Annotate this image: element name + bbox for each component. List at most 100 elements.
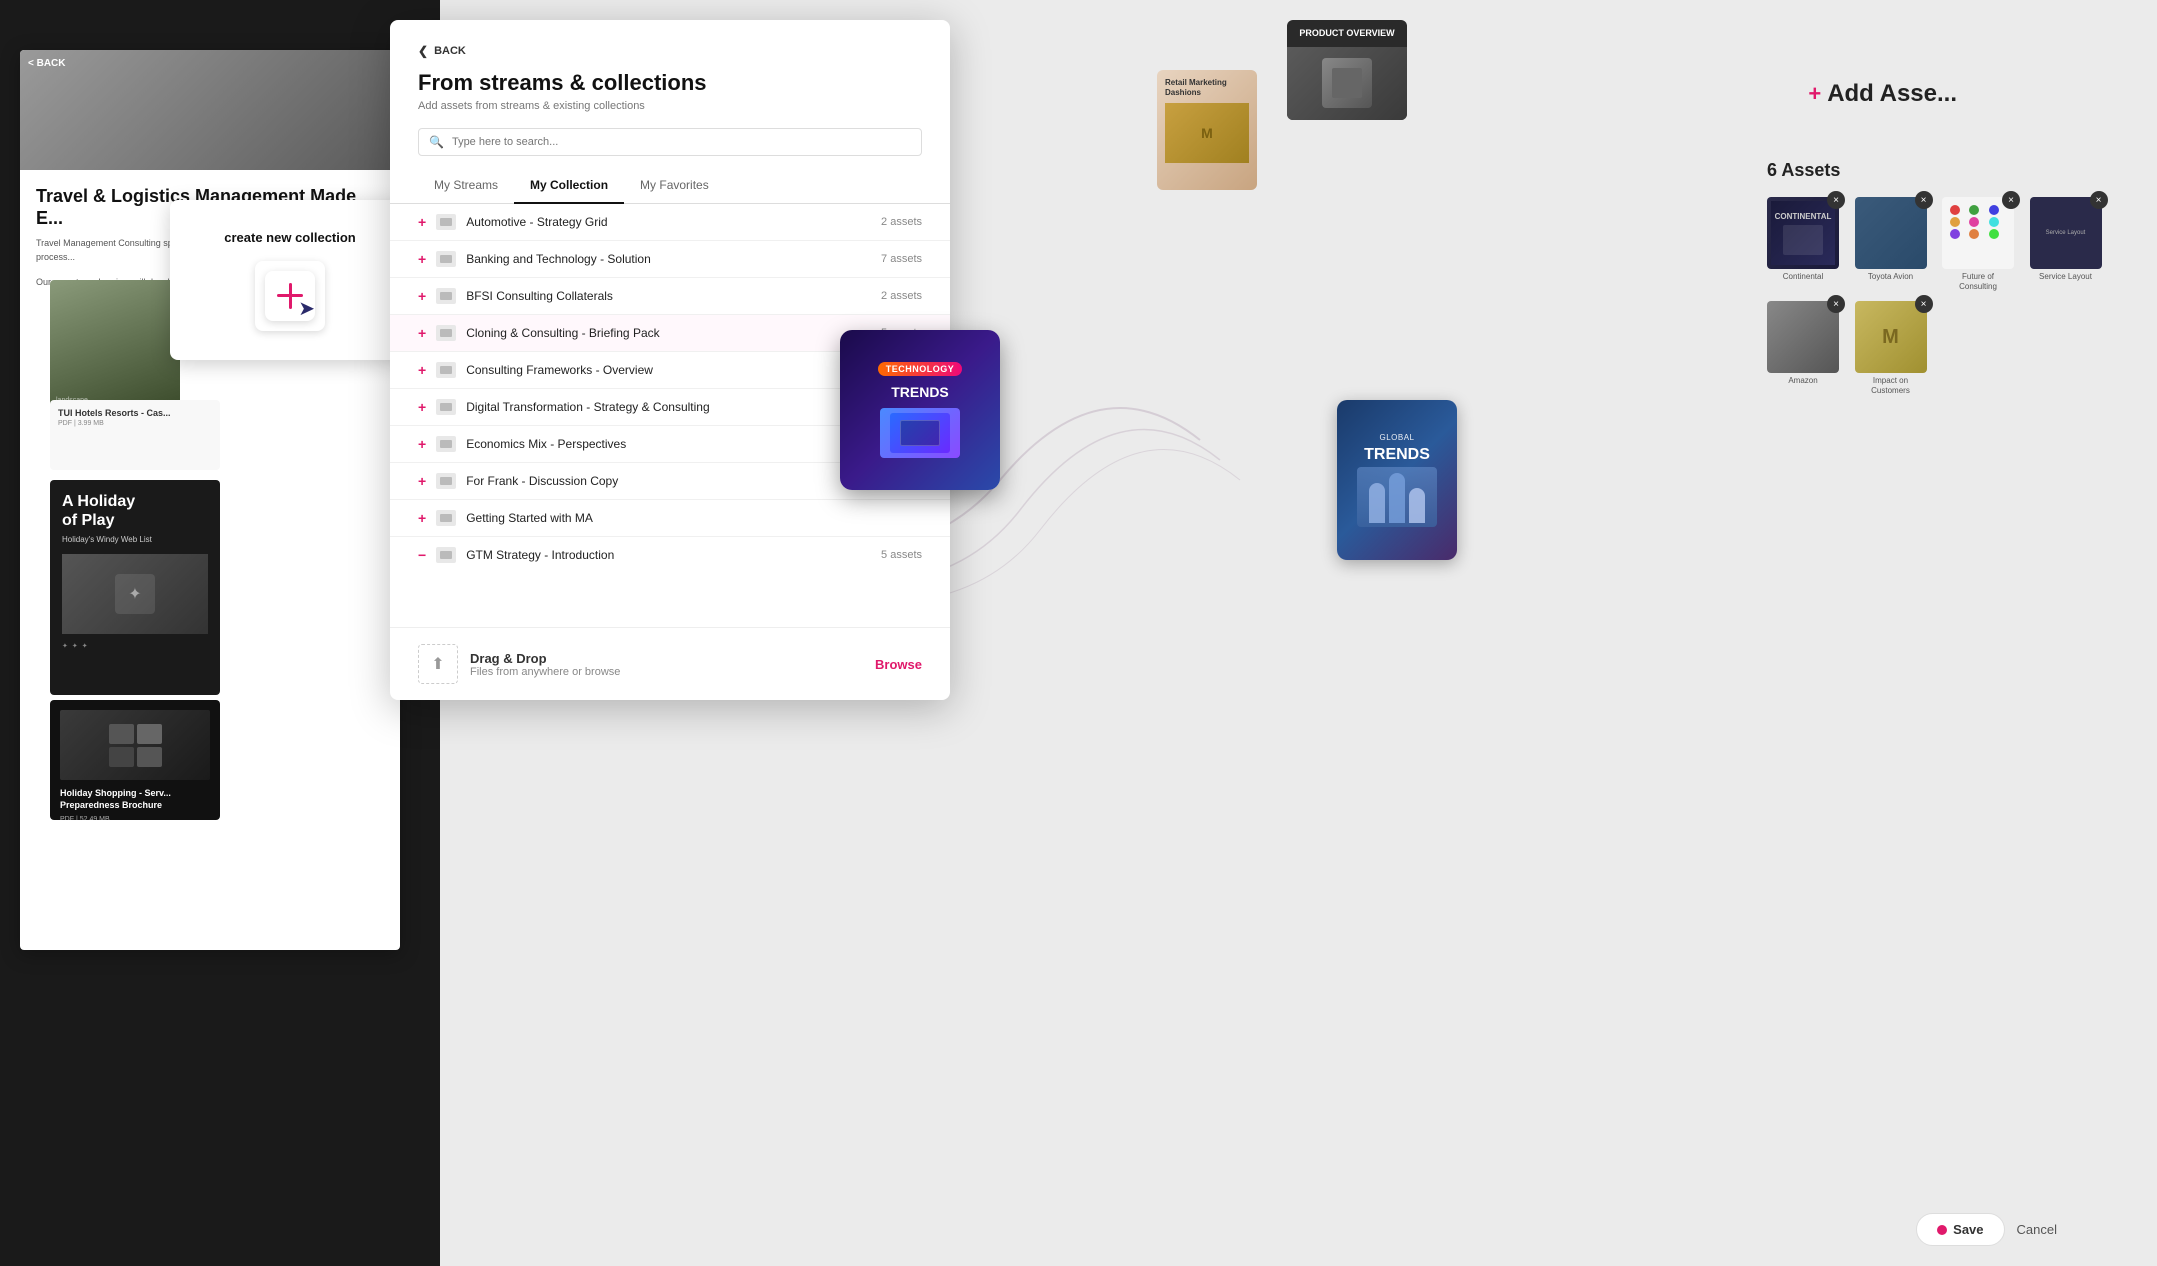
product-overview-card: PRODUCT OVERVIEW	[1287, 20, 1407, 120]
save-dot-icon	[1937, 1225, 1947, 1235]
tui-hotels-card: TUI Hotels Resorts - Cas... PDF | 3.99 M…	[50, 400, 220, 470]
back-button[interactable]: ❮ BACK	[418, 44, 922, 58]
collection-icon-cloning	[436, 325, 456, 341]
close-amazon-btn[interactable]: ×	[1827, 295, 1845, 313]
collapse-gtm-btn[interactable]: −	[418, 547, 426, 563]
drag-drop-area: ⬆ Drag & Drop Files from anywhere or bro…	[390, 627, 950, 700]
close-toyota-btn[interactable]: ×	[1915, 191, 1933, 209]
travel-page-header: < BACK	[20, 50, 400, 170]
product-label: PRODUCT OVERVIEW	[1287, 20, 1407, 47]
cancel-button[interactable]: Cancel	[2017, 1222, 2057, 1237]
holiday-play-title: A Holidayof Play	[62, 492, 208, 530]
add-economics-btn[interactable]: +	[418, 436, 426, 452]
collection-icon-automotive	[436, 214, 456, 230]
collection-name-consulting: Consulting Frameworks - Overview	[466, 363, 875, 377]
asset-label-toyota: Toyota Avion	[1855, 272, 1927, 282]
add-frank-btn[interactable]: +	[418, 473, 426, 489]
search-bar[interactable]: 🔍	[418, 128, 922, 156]
drag-drop-text-block: Drag & Drop Files from anywhere or brows…	[470, 651, 620, 678]
arrow-icon: ➤	[298, 296, 315, 321]
retail-marketing-card: Retail Marketing Dashions M	[1157, 70, 1257, 190]
asset-thumb-continental: CONTINENTAL	[1767, 197, 1839, 269]
collection-count-bfsi: 2 assets	[881, 290, 922, 302]
create-collection-card[interactable]: create new collection ➤	[170, 200, 410, 360]
collection-icon-gtm	[436, 547, 456, 563]
collection-item-banking[interactable]: + Banking and Technology - Solution 7 as…	[390, 241, 950, 278]
add-asset-label: Add Asse...	[1827, 80, 1957, 108]
add-cloning-btn[interactable]: +	[418, 325, 426, 341]
collection-count-banking: 7 assets	[881, 253, 922, 265]
collection-name-banking: Banking and Technology - Solution	[466, 252, 881, 266]
modal-header: ❮ BACK From streams & collections Add as…	[390, 20, 950, 156]
collection-item-getting-started[interactable]: + Getting Started with MA	[390, 500, 950, 537]
assets-grid: × CONTINENTAL Continental × Toyota Avion…	[1767, 197, 2107, 395]
modal-title: From streams & collections	[418, 70, 922, 96]
collection-icon-consulting	[436, 362, 456, 378]
add-automotive-btn[interactable]: +	[418, 214, 426, 230]
drag-drop-title: Drag & Drop	[470, 651, 620, 666]
asset-thumb-impact: M	[1855, 301, 1927, 373]
collection-name-cloning: Cloning & Consulting - Briefing Pack	[466, 326, 881, 340]
collection-icon-economics	[436, 436, 456, 452]
back-chevron-icon: ❮	[418, 44, 428, 58]
asset-card-toyota: × Toyota Avion	[1855, 197, 1927, 291]
close-continental-btn[interactable]: ×	[1827, 191, 1845, 209]
asset-card-amazon: × Amazon	[1767, 301, 1839, 395]
asset-label-impact: Impact on Customers	[1855, 376, 1927, 395]
close-future-btn[interactable]: ×	[2002, 191, 2020, 209]
drag-drop-left: ⬆ Drag & Drop Files from anywhere or bro…	[418, 644, 620, 684]
asset-card-service: × Service Layout Service Layout	[2030, 197, 2102, 291]
collection-item-gtm[interactable]: − GTM Strategy - Introduction 5 assets	[390, 537, 950, 564]
asset-label-service: Service Layout	[2030, 272, 2102, 282]
global-trends-card: GLOBAL TRENDS	[1337, 400, 1457, 560]
save-label: Save	[1953, 1222, 1983, 1237]
collection-icon-digital	[436, 399, 456, 415]
travel-back-btn[interactable]: < BACK	[28, 58, 66, 69]
add-banking-btn[interactable]: +	[418, 251, 426, 267]
asset-thumb-service: Service Layout	[2030, 197, 2102, 269]
tech-title: TRENDS	[891, 384, 949, 401]
tab-my-collection[interactable]: My Collection	[514, 168, 624, 204]
back-label: BACK	[434, 45, 466, 57]
close-service-btn[interactable]: ×	[2090, 191, 2108, 209]
mountain-image-card: landscape	[50, 280, 180, 410]
assets-section: 6 Assets × CONTINENTAL Continental × Toy…	[1767, 160, 2107, 407]
add-digital-btn[interactable]: +	[418, 399, 426, 415]
upload-box[interactable]: ⬆	[418, 644, 458, 684]
browse-button[interactable]: Browse	[875, 657, 922, 672]
collection-count-gtm: 5 assets	[881, 549, 922, 561]
retail-title: Retail Marketing Dashions	[1165, 78, 1249, 97]
bottom-bar: Save Cancel	[1916, 1213, 2057, 1246]
collection-item-bfsi[interactable]: + BFSI Consulting Collaterals 2 assets	[390, 278, 950, 315]
holiday-play-sub: Holiday's Windy Web List	[62, 534, 208, 545]
add-getting-started-btn[interactable]: +	[418, 510, 426, 526]
global-people-image	[1357, 467, 1437, 527]
asset-label-future: Future of Consulting	[1942, 272, 2014, 291]
add-consulting-btn[interactable]: +	[418, 362, 426, 378]
collection-item-automotive[interactable]: + Automotive - Strategy Grid 2 assets	[390, 204, 950, 241]
asset-card-future: × Future of Consulting	[1942, 197, 2014, 291]
holiday-shopping-title: Holiday Shopping - Serv... Preparedness …	[60, 788, 210, 811]
asset-card-continental: × CONTINENTAL Continental	[1767, 197, 1839, 291]
collection-name-gtm: GTM Strategy - Introduction	[466, 548, 881, 562]
drag-drop-subtitle: Files from anywhere or browse	[470, 666, 620, 678]
collection-count-automotive: 2 assets	[881, 216, 922, 228]
tab-my-favorites[interactable]: My Favorites	[624, 168, 725, 204]
assets-title: 6 Assets	[1767, 160, 2107, 181]
modal-subtitle: Add assets from streams & existing colle…	[418, 100, 922, 112]
add-bfsi-btn[interactable]: +	[418, 288, 426, 304]
tab-my-streams[interactable]: My Streams	[418, 168, 514, 204]
collection-name-bfsi: BFSI Consulting Collaterals	[466, 289, 881, 303]
search-input[interactable]	[452, 136, 911, 148]
asset-thumb-amazon	[1767, 301, 1839, 373]
collection-icon-getting-started	[436, 510, 456, 526]
collection-name-getting-started: Getting Started with MA	[466, 511, 922, 525]
collection-icon-frank	[436, 473, 456, 489]
global-sub: GLOBAL	[1379, 433, 1414, 442]
close-impact-btn[interactable]: ×	[1915, 295, 1933, 313]
save-button[interactable]: Save	[1916, 1213, 2004, 1246]
holiday-play-image: ✦	[62, 554, 208, 634]
collection-icon-bfsi	[436, 288, 456, 304]
add-plus-icon: +	[1808, 81, 1821, 107]
asset-thumb-future	[1942, 197, 2014, 269]
